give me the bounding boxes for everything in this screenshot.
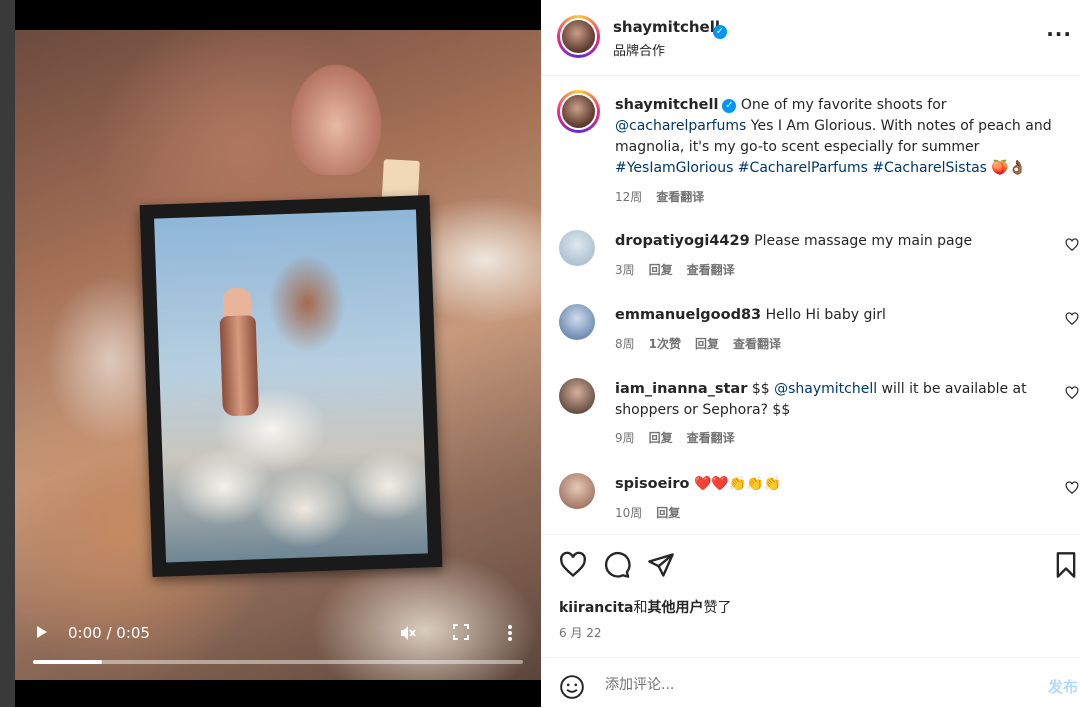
caption-username[interactable]: shaymitchell bbox=[615, 97, 718, 113]
comment-likes-count[interactable]: 1次赞 bbox=[649, 337, 681, 351]
background-perfume-bottle bbox=[291, 65, 381, 175]
verified-check-icon: ✓ bbox=[713, 25, 727, 39]
comment-meta: 3周 回复 查看翻译 bbox=[615, 261, 749, 278]
caption-text-part: One of my favorite shoots for bbox=[740, 97, 947, 113]
fullscreen-icon bbox=[453, 624, 469, 640]
post-comment-button[interactable]: 发布 bbox=[1048, 676, 1078, 697]
comment-text: emmanuelgood83 Hello Hi baby girl bbox=[615, 305, 1055, 326]
likes-connector: 和 bbox=[633, 600, 648, 616]
comment-text: dropatiyogi4429 Please massage my main p… bbox=[615, 231, 1055, 252]
commenter-username[interactable]: dropatiyogi4429 bbox=[615, 233, 750, 249]
commenter-avatar[interactable] bbox=[559, 304, 595, 340]
commenter-avatar[interactable] bbox=[559, 230, 595, 266]
video-progress-bar[interactable] bbox=[33, 660, 523, 664]
likes-suffix: 赞了 bbox=[703, 600, 732, 616]
verified-check-icon: ✓ bbox=[722, 99, 737, 113]
more-options-button[interactable]: ··· bbox=[1046, 22, 1072, 46]
caption-meta: 12周 查看翻译 bbox=[615, 188, 718, 205]
translate-link[interactable]: 查看翻译 bbox=[687, 263, 735, 277]
media-backdrop bbox=[0, 0, 15, 707]
commenter-username[interactable]: iam_inanna_star bbox=[615, 381, 747, 397]
hashtags-link[interactable]: #YesIamGlorious #CacharelParfums #Cachar… bbox=[615, 160, 987, 176]
reply-link[interactable]: 回复 bbox=[695, 337, 719, 351]
comment-text: spisoeiro ❤️❤️👏👏👏 bbox=[615, 474, 1055, 495]
mention-link[interactable]: @shaymitchell bbox=[774, 381, 877, 397]
mute-button[interactable] bbox=[399, 624, 417, 642]
commenter-avatar[interactable] bbox=[559, 473, 595, 509]
video-time: 0:00 / 0:05 bbox=[68, 624, 150, 642]
translate-link[interactable]: 查看翻译 bbox=[733, 337, 781, 351]
comments-list[interactable]: shaymitchell ✓ One of my favorite shoots … bbox=[541, 76, 1080, 534]
reply-link[interactable]: 回复 bbox=[649, 263, 673, 277]
post-header: shaymitchell ✓ 品牌合作 ··· bbox=[541, 0, 1080, 76]
comment-age: 8周 bbox=[615, 337, 635, 351]
photo-image bbox=[154, 209, 428, 563]
commenter-avatar[interactable] bbox=[559, 378, 595, 414]
comment-meta: 10周 回复 bbox=[615, 504, 694, 521]
comment-input[interactable] bbox=[603, 672, 1007, 698]
video-options-button[interactable] bbox=[507, 624, 513, 642]
mention-link[interactable]: @cacharelparfums bbox=[615, 118, 746, 134]
comment-like-heart-icon[interactable] bbox=[1065, 386, 1079, 400]
author-username[interactable]: shaymitchell bbox=[613, 18, 720, 36]
commenter-username[interactable]: emmanuelgood83 bbox=[615, 307, 761, 323]
comment-like-heart-icon[interactable] bbox=[1065, 238, 1079, 252]
translate-link[interactable]: 查看翻译 bbox=[656, 190, 704, 204]
comment-bubble-icon[interactable] bbox=[603, 551, 631, 579]
comment-like-heart-icon[interactable] bbox=[1065, 312, 1079, 326]
polaroid-photo bbox=[139, 195, 443, 577]
video-player[interactable]: 0:00 / 0:05 bbox=[0, 0, 541, 707]
comment-like-heart-icon[interactable] bbox=[1065, 481, 1079, 495]
likes-summary[interactable]: kiirancita和其他用户赞了 bbox=[559, 597, 731, 617]
muted-speaker-icon bbox=[401, 626, 416, 640]
other-likers-link[interactable]: 其他用户 bbox=[647, 600, 703, 616]
comment-body: $$ bbox=[751, 381, 775, 397]
reply-link[interactable]: 回复 bbox=[649, 431, 673, 445]
video-controls: 0:00 / 0:05 bbox=[15, 612, 541, 672]
fullscreen-button[interactable] bbox=[453, 624, 469, 640]
comment-body: Hello Hi baby girl bbox=[765, 307, 886, 323]
comment-meta: 8周 1次赞 回复 查看翻译 bbox=[615, 335, 795, 352]
post-panel: shaymitchell ✓ 品牌合作 ··· shaymitchell ✓ On… bbox=[541, 0, 1080, 707]
verified-badge: ✓ bbox=[709, 20, 727, 39]
post-date[interactable]: 6 月 22 bbox=[559, 624, 602, 641]
comment-age: 3周 bbox=[615, 263, 635, 277]
comment-text: iam_inanna_star $$ @shaymitchell will it… bbox=[615, 379, 1055, 421]
perfume-bottle bbox=[219, 315, 259, 417]
caption-text: shaymitchell ✓ One of my favorite shoots … bbox=[615, 95, 1055, 179]
like-heart-icon[interactable] bbox=[559, 551, 587, 579]
video-frame[interactable] bbox=[15, 30, 541, 680]
reply-link[interactable]: 回复 bbox=[656, 506, 680, 520]
commenter-username[interactable]: spisoeiro bbox=[615, 476, 690, 492]
caption-avatar[interactable] bbox=[557, 90, 600, 133]
vertical-dots-icon bbox=[508, 625, 512, 641]
comment-age: 9周 bbox=[615, 431, 635, 445]
play-button[interactable] bbox=[35, 624, 49, 640]
play-icon bbox=[37, 626, 47, 638]
comment-composer: 发布 bbox=[541, 657, 1080, 708]
comment-age: 10周 bbox=[615, 506, 643, 520]
caption-age: 12周 bbox=[615, 190, 643, 204]
comment-body: Please massage my main page bbox=[754, 233, 973, 249]
video-progress-fill bbox=[33, 660, 102, 664]
save-bookmark-icon[interactable] bbox=[1052, 551, 1080, 579]
comment-meta: 9周 回复 查看翻译 bbox=[615, 429, 749, 446]
post-actions: kiirancita和其他用户赞了 6 月 22 bbox=[541, 534, 1080, 657]
translate-link[interactable]: 查看翻译 bbox=[687, 431, 735, 445]
comment-body: ❤️❤️👏👏👏 bbox=[693, 476, 782, 492]
author-avatar[interactable] bbox=[557, 15, 600, 58]
caption-emoji: 🍑👌🏾 bbox=[991, 160, 1027, 176]
emoji-icon[interactable] bbox=[559, 674, 585, 700]
paid-partnership-label[interactable]: 品牌合作 bbox=[613, 40, 665, 59]
liker-username[interactable]: kiirancita bbox=[559, 600, 633, 616]
share-paper-plane-icon[interactable] bbox=[647, 551, 675, 579]
